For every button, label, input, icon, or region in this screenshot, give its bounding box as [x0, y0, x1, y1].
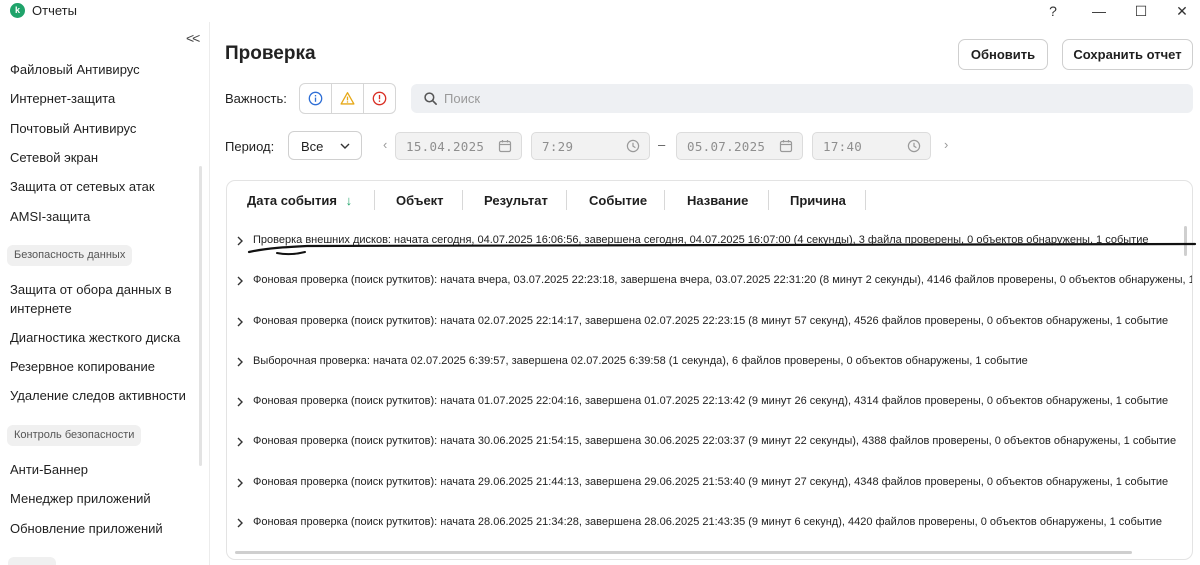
- chevron-right-icon[interactable]: [235, 275, 245, 287]
- sidebar-item-anti-banner[interactable]: Анти-Баннер: [10, 460, 190, 479]
- sidebar-item-app-manager[interactable]: Менеджер приложений: [10, 489, 190, 508]
- save-report-button[interactable]: Сохранить отчет: [1062, 39, 1193, 70]
- table-row[interactable]: Выборочная проверка: начата 02.07.2025 6…: [227, 342, 1192, 382]
- app-logo-icon: k: [10, 3, 25, 18]
- chevron-down-icon: [340, 143, 350, 149]
- column-header-reason[interactable]: Причина: [790, 193, 846, 208]
- period-label: Период:: [225, 139, 275, 154]
- column-header-event[interactable]: Событие: [589, 193, 647, 208]
- date-to-value: 05.07.2025: [687, 139, 766, 154]
- chevron-right-icon[interactable]: [235, 436, 245, 448]
- column-separator[interactable]: [566, 190, 567, 210]
- horizontal-scrollbar[interactable]: [235, 551, 1132, 554]
- severity-filter: [299, 83, 396, 114]
- table-row[interactable]: Фоновая проверка (поиск руткитов): начат…: [227, 463, 1192, 503]
- help-icon[interactable]: ?: [1043, 1, 1063, 21]
- column-header-date-label: Дата события: [247, 193, 337, 208]
- sidebar-group-data-security: Безопасность данных: [7, 245, 133, 266]
- chevron-right-icon[interactable]: [235, 477, 245, 489]
- collapse-icon[interactable]: <<: [186, 30, 200, 46]
- row-summary: Фоновая проверка (поиск руткитов): начат…: [253, 435, 1177, 447]
- column-separator[interactable]: [462, 190, 463, 210]
- calendar-icon: [779, 140, 793, 153]
- table-row[interactable]: Фоновая проверка (поиск руткитов): начат…: [227, 302, 1192, 342]
- column-header-object[interactable]: Объект: [396, 193, 444, 208]
- row-summary: Фоновая проверка (поиск руткитов): начат…: [253, 516, 1163, 528]
- sidebar-item-amsi[interactable]: AMSI-защита: [10, 207, 190, 226]
- sidebar: << Файловый Антивирус Интернет-защита По…: [0, 22, 210, 565]
- search-icon: [424, 92, 437, 105]
- period-prev-arrow[interactable]: ‹: [383, 137, 387, 152]
- chevron-right-icon[interactable]: [235, 517, 245, 529]
- search-placeholder: Поиск: [444, 91, 481, 106]
- row-summary: Фоновая проверка (поиск руткитов): начат…: [253, 476, 1169, 488]
- column-separator[interactable]: [768, 190, 769, 210]
- column-separator[interactable]: [664, 190, 665, 210]
- sidebar-item-backup[interactable]: Резервное копирование: [10, 357, 190, 376]
- row-summary: Выборочная проверка: начата 02.07.2025 6…: [253, 355, 1028, 367]
- refresh-button[interactable]: Обновить: [958, 39, 1048, 70]
- column-separator[interactable]: [865, 190, 866, 210]
- close-icon[interactable]: ✕: [1172, 1, 1192, 21]
- sidebar-item-file-antivirus[interactable]: Файловый Антивирус: [10, 60, 190, 79]
- column-header-name[interactable]: Название: [687, 193, 748, 208]
- table-row[interactable]: Фоновая проверка (поиск руткитов): начат…: [227, 382, 1192, 422]
- sidebar-item-network-attack[interactable]: Защита от сетевых атак: [10, 177, 190, 196]
- column-header-date[interactable]: Дата события ↓: [247, 193, 352, 208]
- error-icon[interactable]: [363, 84, 395, 113]
- underline-annotation: [247, 242, 1197, 256]
- sidebar-item-disk-diagnostics[interactable]: Диагностика жесткого диска: [10, 328, 190, 347]
- period-next-arrow[interactable]: ›: [944, 137, 948, 152]
- search-input[interactable]: Поиск: [411, 84, 1193, 113]
- chevron-right-icon[interactable]: [235, 235, 245, 247]
- sidebar-item-activity-cleanup[interactable]: Удаление следов активности: [10, 386, 190, 405]
- date-from-value: 15.04.2025: [406, 139, 485, 154]
- sidebar-group-security-control: Контроль безопасности: [7, 425, 142, 446]
- sidebar-item-mail-antivirus[interactable]: Почтовый Антивирус: [10, 119, 190, 138]
- table-row[interactable]: Фоновая проверка (поиск руткитов): начат…: [227, 503, 1192, 543]
- sidebar-item-firewall[interactable]: Сетевой экран: [10, 148, 190, 167]
- date-from-field[interactable]: 15.04.2025: [395, 132, 522, 160]
- time-to-value: 17:40: [823, 139, 863, 154]
- column-header-result[interactable]: Результат: [484, 193, 548, 208]
- period-range-dash: –: [658, 137, 666, 152]
- sidebar-item-web-protection[interactable]: Интернет-защита: [10, 89, 190, 108]
- sidebar-item-app-update[interactable]: Обновление приложений: [10, 519, 190, 538]
- maximize-icon[interactable]: ☐: [1131, 1, 1151, 21]
- time-from-value: 7:29: [542, 139, 574, 154]
- column-separator[interactable]: [374, 190, 375, 210]
- sidebar-scrollbar[interactable]: [199, 166, 202, 466]
- row-summary: Фоновая проверка (поиск руткитов): начат…: [253, 315, 1169, 327]
- clock-icon: [907, 139, 921, 153]
- minimize-icon[interactable]: —: [1089, 1, 1109, 21]
- warning-icon[interactable]: [331, 84, 363, 113]
- title-bar: k Отчеты ? — ☐ ✕: [0, 0, 1200, 22]
- row-summary: Фоновая проверка (поиск руткитов): начат…: [253, 395, 1169, 407]
- page-title: Проверка: [225, 43, 316, 64]
- period-select-value: Все: [301, 139, 324, 154]
- info-icon[interactable]: [300, 84, 331, 113]
- chevron-right-icon[interactable]: [235, 396, 245, 408]
- sidebar-group-stub: [8, 557, 56, 565]
- window-title: Отчеты: [32, 3, 77, 18]
- chevron-right-icon[interactable]: [235, 356, 245, 368]
- severity-label: Важность:: [225, 91, 287, 106]
- sort-arrow-icon: ↓: [345, 193, 353, 208]
- chevron-right-icon[interactable]: [235, 316, 245, 328]
- calendar-icon: [498, 140, 512, 153]
- sidebar-item-data-collection[interactable]: Защита от обора данных в интернете: [10, 280, 190, 318]
- date-to-field[interactable]: 05.07.2025: [676, 132, 803, 160]
- time-from-field[interactable]: 7:29: [531, 132, 650, 160]
- time-to-field[interactable]: 17:40: [812, 132, 931, 160]
- table-row[interactable]: Фоновая проверка (поиск руткитов): начат…: [227, 261, 1193, 301]
- table-row[interactable]: Фоновая проверка (поиск руткитов): начат…: [227, 422, 1192, 462]
- row-summary: Фоновая проверка (поиск руткитов): начат…: [253, 274, 1193, 286]
- clock-icon: [626, 139, 640, 153]
- period-select[interactable]: Все: [288, 131, 362, 160]
